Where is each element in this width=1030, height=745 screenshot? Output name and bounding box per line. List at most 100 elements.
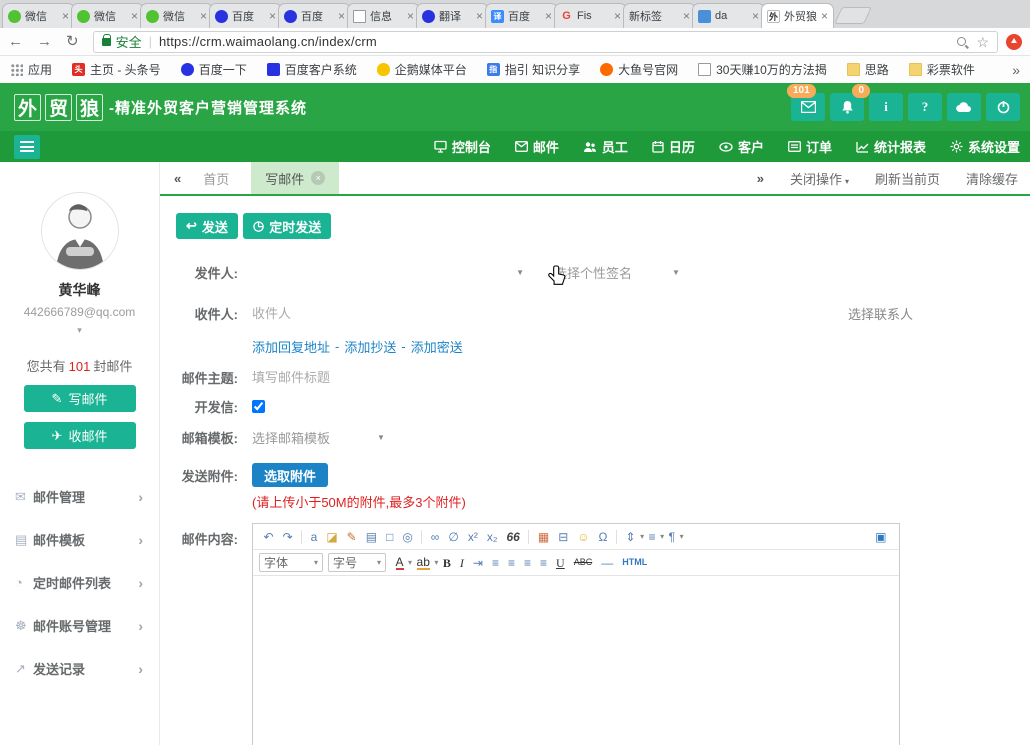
bookmark-item[interactable]: 思路 — [847, 61, 889, 78]
strikethrough-icon[interactable]: ABC — [574, 558, 593, 567]
receive-mail-button[interactable]: ✈收邮件 — [24, 422, 136, 449]
italic-icon[interactable]: I — [460, 557, 464, 569]
bookmark-item[interactable]: 百度客户系统 — [267, 61, 357, 78]
nav-item-console[interactable]: 控制台 — [434, 137, 491, 156]
refresh-page-button[interactable]: 刷新当前页 — [875, 169, 940, 188]
forward-icon[interactable]: → — [37, 34, 52, 49]
special-char-icon[interactable]: Ω — [599, 531, 608, 543]
nav-item-calendar[interactable]: 日历 — [652, 137, 695, 156]
browser-tab[interactable]: 微信× — [71, 3, 144, 28]
back-icon[interactable]: ← — [8, 34, 23, 49]
add-cc-link[interactable]: 添加抄送 — [344, 337, 396, 356]
tab-close-icon[interactable]: × — [821, 10, 828, 22]
align-left-icon[interactable]: ≡ — [492, 557, 499, 569]
bookmarks-overflow-icon[interactable]: » — [1012, 62, 1020, 78]
extension-icon[interactable] — [1006, 34, 1022, 50]
justify-icon[interactable]: ≡ — [540, 557, 547, 569]
address-bar[interactable]: 安全 | https://crm.waimaolang.cn/index/crm… — [93, 31, 998, 53]
sidebar-item-scheduled-mail[interactable]: ◔定时邮件列表› — [0, 561, 159, 604]
paragraph-dropdown[interactable]: ¶ — [669, 531, 675, 543]
clear-cache-button[interactable]: 清除缓存 — [966, 169, 1018, 188]
messages-button[interactable]: 101 — [791, 93, 825, 121]
format-painter-icon[interactable]: ✎ — [347, 531, 357, 543]
tab-close-icon[interactable]: × — [545, 10, 552, 22]
superscript-icon[interactable]: x² — [468, 531, 478, 543]
bookmark-item[interactable]: 大鱼号官网 — [600, 61, 678, 78]
bookmark-item[interactable]: 30天赚10万的方法揭 — [698, 61, 827, 78]
tab-home[interactable]: 首页 — [189, 162, 243, 194]
insert-hr-icon[interactable]: ⊟ — [558, 531, 568, 543]
nav-item-customers[interactable]: 客户 — [719, 137, 764, 156]
line-height-dropdown[interactable]: ⇕ — [626, 531, 636, 543]
tab-close-icon[interactable]: × — [200, 10, 207, 22]
new-document-icon[interactable]: □ — [386, 531, 393, 543]
reload-icon[interactable]: ↻ — [66, 34, 79, 49]
sidebar-item-send-log[interactable]: ↗发送记录› — [0, 647, 159, 690]
info-button[interactable]: i — [869, 93, 903, 121]
browser-tab[interactable]: 信息× — [347, 3, 420, 28]
tab-close-icon[interactable]: × — [614, 10, 621, 22]
browser-tab-active[interactable]: 外外贸狼× — [761, 3, 834, 28]
tab-close-icon[interactable]: × — [752, 10, 759, 22]
blockquote-icon[interactable]: 66 — [506, 531, 519, 543]
sidebar-item-mail-template[interactable]: ▤邮件模板› — [0, 518, 159, 561]
template-select[interactable]: 选择邮箱模板 — [252, 428, 377, 447]
tab-close-icon[interactable]: × — [476, 10, 483, 22]
tabs-scroll-right-icon[interactable]: » — [757, 171, 764, 186]
bookmark-item[interactable]: 企鹅媒体平台 — [377, 61, 467, 78]
menu-toggle-button[interactable] — [14, 135, 40, 159]
format-eraser-icon[interactable]: ◪ — [326, 531, 337, 543]
pick-contact-link[interactable]: 选择联系人 — [848, 304, 913, 323]
font-size-select[interactable]: 字号▾ — [328, 553, 386, 572]
browser-tab[interactable]: 翻译× — [416, 3, 489, 28]
dev-letter-checkbox[interactable] — [252, 400, 265, 413]
bold-icon[interactable]: B — [443, 557, 451, 569]
align-center-icon[interactable]: ≡ — [524, 557, 531, 569]
redo-icon[interactable]: ↷ — [283, 531, 293, 543]
html-source-icon[interactable]: HTML — [622, 558, 647, 567]
indent-icon[interactable]: ⇥ — [473, 557, 483, 569]
remove-link-icon[interactable]: ∅ — [448, 531, 458, 543]
download-button[interactable] — [947, 93, 981, 121]
bookmark-item[interactable]: 百度一下 — [181, 61, 247, 78]
nav-item-orders[interactable]: 订单 — [788, 137, 832, 156]
editor-content-area[interactable] — [253, 576, 899, 745]
schedule-send-button[interactable]: ◷定时发送 — [243, 213, 331, 239]
tab-close-icon[interactable]: × — [269, 10, 276, 22]
tab-close-icon[interactable]: × — [338, 10, 345, 22]
tab-close-icon[interactable]: × — [131, 10, 138, 22]
highlight-color-icon[interactable]: ab — [417, 556, 430, 570]
font-family-select[interactable]: 字体▾ — [259, 553, 323, 572]
insert-image-icon[interactable]: ▦ — [538, 531, 549, 543]
font-color-icon[interactable]: A — [396, 556, 404, 570]
add-reply-address-link[interactable]: 添加回复地址 — [252, 337, 330, 356]
tab-compose-mail[interactable]: 写邮件× — [251, 162, 339, 194]
bookmark-item[interactable]: 头主页 - 头条号 — [72, 61, 161, 78]
browser-tab[interactable]: 微信× — [140, 3, 213, 28]
paste-plain-icon[interactable]: ▤ — [366, 531, 377, 543]
browser-tab[interactable]: 百度× — [278, 3, 351, 28]
signature-select[interactable]: 选择个性签名 — [554, 263, 672, 282]
browser-tab[interactable]: da× — [692, 3, 765, 28]
tabs-scroll-left-icon[interactable]: « — [174, 171, 181, 186]
underline-icon[interactable]: U — [556, 557, 565, 569]
help-button[interactable]: ? — [908, 93, 942, 121]
nav-item-staff[interactable]: 员工 — [583, 137, 628, 156]
recipient-input[interactable] — [252, 306, 842, 321]
browser-tab[interactable]: GFis× — [554, 3, 627, 28]
sidebar-item-mail-manage[interactable]: ✉邮件管理› — [0, 475, 159, 518]
horizontal-rule-icon[interactable]: — — [601, 557, 613, 569]
avatar[interactable] — [41, 192, 119, 270]
bookmark-item[interactable]: 彩票软件 — [909, 61, 975, 78]
tab-close-icon[interactable]: × — [407, 10, 414, 22]
preview-icon[interactable]: ◎ — [402, 531, 412, 543]
emoticon-icon[interactable]: ☺ — [577, 531, 589, 543]
nav-item-settings[interactable]: 系统设置 — [950, 137, 1020, 156]
bookmark-star-icon[interactable]: ☆ — [976, 35, 989, 49]
nav-item-mail[interactable]: 邮件 — [515, 137, 559, 156]
add-bcc-link[interactable]: 添加密送 — [411, 337, 463, 356]
insert-link-icon[interactable]: ∞ — [431, 531, 440, 543]
subject-input[interactable] — [252, 370, 842, 385]
browser-tab[interactable]: 微信× — [2, 3, 75, 28]
fullscreen-icon[interactable]: ▣ — [875, 531, 886, 543]
